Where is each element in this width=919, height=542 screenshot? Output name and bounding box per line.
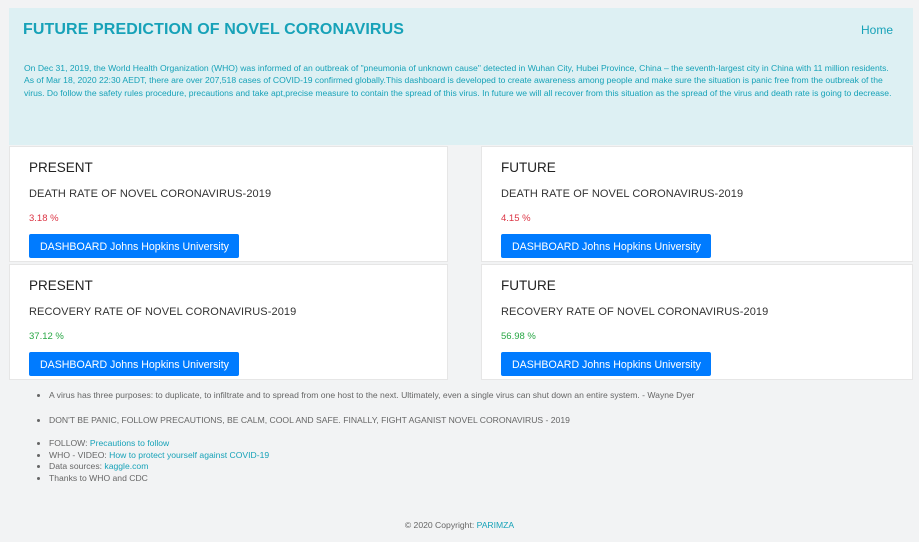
card-subtitle: DEATH RATE OF NOVEL CORONAVIRUS-2019 — [501, 188, 744, 200]
home-link[interactable]: Home — [861, 23, 893, 37]
thanks-item: Thanks to WHO and CDC — [49, 473, 899, 485]
card-subtitle: RECOVERY RATE OF NOVEL CORONAVIRUS-2019 — [29, 306, 297, 318]
card-title: FUTURE — [501, 160, 556, 175]
footer-list: A virus has three purposes: to duplicate… — [49, 390, 899, 484]
quote-item: A virus has three purposes: to duplicate… — [49, 390, 899, 402]
dashboard-button[interactable]: DASHBOARD Johns Hopkins University — [29, 352, 239, 376]
parimza-link[interactable]: PARIMZA — [477, 520, 515, 530]
present-recovery-card: PRESENT RECOVERY RATE OF NOVEL CORONAVIR… — [9, 264, 448, 380]
who-video-item: WHO - VIDEO: How to protect yourself aga… — [49, 450, 899, 462]
recovery-rate-value: 56.98 % — [501, 331, 536, 342]
who-video-link[interactable]: How to protect yourself against COVID-19 — [109, 450, 269, 460]
death-rate-value: 3.18 % — [29, 213, 59, 224]
data-sources-item: Data sources: kaggle.com — [49, 461, 899, 473]
card-title: PRESENT — [29, 278, 93, 293]
future-death-card: FUTURE DEATH RATE OF NOVEL CORONAVIRUS-2… — [481, 146, 913, 262]
present-death-card: PRESENT DEATH RATE OF NOVEL CORONAVIRUS-… — [9, 146, 448, 262]
card-subtitle: DEATH RATE OF NOVEL CORONAVIRUS-2019 — [29, 188, 272, 200]
card-subtitle: RECOVERY RATE OF NOVEL CORONAVIRUS-2019 — [501, 306, 769, 318]
copyright: © 2020 Copyright: PARIMZA — [0, 520, 919, 530]
advice-item: DON'T BE PANIC, FOLLOW PRECAUTIONS, BE C… — [49, 415, 899, 427]
intro-text: On Dec 31, 2019, the World Health Organi… — [9, 52, 913, 145]
navbar: FUTURE PREDICTION OF NOVEL CORONAVIRUS H… — [9, 8, 913, 52]
dashboard-button[interactable]: DASHBOARD Johns Hopkins University — [501, 352, 711, 376]
card-title: FUTURE — [501, 278, 556, 293]
who-video-label: WHO - VIDEO: — [49, 449, 110, 460]
follow-item: FOLLOW: Precautions to follow — [49, 438, 899, 450]
kaggle-link[interactable]: kaggle.com — [104, 461, 148, 471]
dashboard-button[interactable]: DASHBOARD Johns Hopkins University — [29, 234, 239, 258]
follow-label: FOLLOW: — [49, 438, 90, 448]
brand-title[interactable]: FUTURE PREDICTION OF NOVEL CORONAVIRUS — [23, 21, 404, 39]
recovery-rate-value: 37.12 % — [29, 331, 64, 342]
dashboard-button[interactable]: DASHBOARD Johns Hopkins University — [501, 234, 711, 258]
data-sources-label: Data sources: — [49, 461, 105, 471]
copyright-text: © 2020 Copyright: — [404, 520, 477, 530]
precautions-link[interactable]: Precautions to follow — [90, 438, 169, 448]
death-rate-value: 4.15 % — [501, 213, 531, 224]
card-title: PRESENT — [29, 160, 93, 175]
future-recovery-card: FUTURE RECOVERY RATE OF NOVEL CORONAVIRU… — [481, 264, 913, 380]
